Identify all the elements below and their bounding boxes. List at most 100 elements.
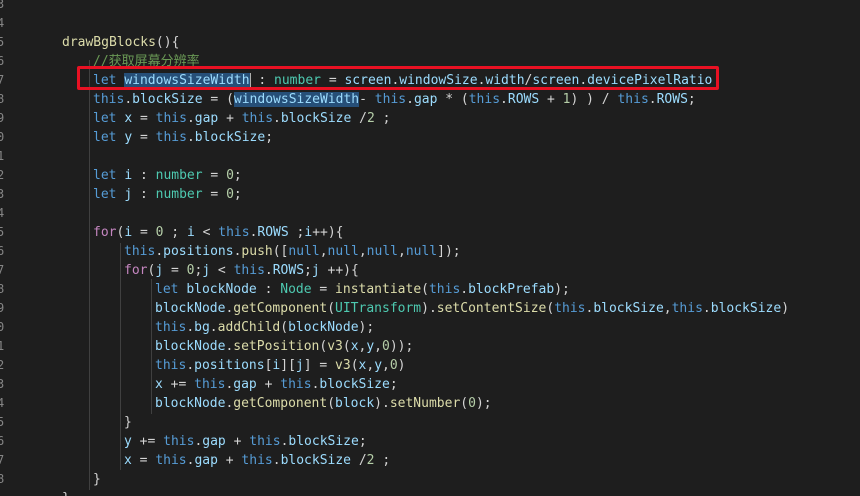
code-token: = (131, 453, 156, 468)
code-token: ). (374, 396, 390, 411)
code-line: let x = this.gap + this.blockSize /2 ; (93, 109, 390, 128)
indent-guide (120, 243, 121, 470)
code-token: ]); (437, 244, 461, 259)
code-token: this (468, 92, 501, 107)
code-token: . (186, 130, 195, 145)
code-token: let (93, 187, 125, 202)
code-token: this (374, 92, 407, 107)
code-token: this (554, 301, 586, 316)
code-token: ; (163, 225, 187, 240)
code-token: j (202, 263, 211, 278)
code-token: this (155, 130, 187, 145)
line-number: 1 (0, 149, 5, 163)
code-token: block (335, 396, 375, 411)
code-token: < (210, 263, 234, 278)
code-token: v3 (335, 358, 351, 373)
code-token: ) ) / (570, 92, 618, 107)
code-token: x (155, 377, 163, 392)
code-token: (){ (155, 35, 180, 50)
code-token: let (93, 168, 125, 183)
code-token: let (93, 111, 125, 126)
indent-guide (151, 279, 152, 414)
code-token: this (233, 263, 265, 278)
code-token: = (163, 263, 187, 278)
code-token: ( (327, 301, 336, 316)
code-token: setNumber (389, 396, 461, 411)
code-line: this.blockSize = (windowsSizeWidth- this… (93, 90, 696, 109)
line-number: 7 (0, 263, 5, 277)
code-token: ; (374, 453, 391, 468)
code-token: y (366, 339, 375, 354)
code-token: i (304, 225, 313, 240)
code-token: . (264, 263, 273, 278)
code-token: blockSize (710, 301, 782, 316)
code-token: this (124, 244, 156, 259)
code-token: : (132, 187, 156, 202)
code-token: ; (233, 168, 242, 183)
line-number-gutter: 3 4 5 6 7 8 9 0 1 2 3 4 5 6 7 8 9 0 1 2 3 4 5 6 7 8 (0, 0, 16, 496)
indent-guide (89, 60, 90, 490)
code-line: blockNode.getComponent(block).setNumber(… (155, 394, 492, 413)
code-token: number (155, 168, 203, 183)
code-line: x += this.gap + this.blockSize; (155, 375, 398, 394)
code-token: . (186, 111, 195, 126)
line-number: 7 (0, 453, 5, 467)
code-token: getComponent (233, 396, 328, 411)
code-token: ROWS (507, 92, 540, 107)
code-token: 2 (366, 453, 375, 468)
code-token: ; (304, 263, 312, 278)
code-token: blockNode (186, 282, 257, 297)
code-token: . (406, 92, 414, 107)
code-token: this (617, 92, 649, 107)
code-token: ] = (303, 358, 336, 373)
code-token: blockNode (155, 301, 226, 316)
code-token: ). (421, 301, 437, 316)
code-token: ( (460, 396, 469, 411)
line-number: 6 (0, 54, 5, 68)
code-token: ; (288, 225, 305, 240)
line-number: 3 (0, 0, 5, 11)
code-token: number (155, 187, 203, 202)
code-token: push (241, 244, 273, 259)
code-token: x (124, 111, 133, 126)
code-token: . (155, 244, 164, 259)
code-token: . (500, 92, 508, 107)
code-token: + (217, 453, 242, 468)
code-token: , (382, 358, 390, 373)
code-token: ); (358, 320, 375, 335)
code-token: blockSize (132, 92, 203, 107)
code-token: j (311, 263, 320, 278)
code-token: getComponent (233, 301, 328, 316)
code-token: . (124, 92, 133, 107)
line-number: 5 (0, 225, 5, 239)
code-token: this (428, 282, 461, 297)
code-token: x (350, 339, 359, 354)
code-token: j (295, 358, 304, 373)
code-token: ( (350, 358, 359, 373)
code-token: . (648, 92, 657, 107)
code-token: , (358, 244, 367, 259)
code-token: ( (280, 320, 289, 335)
line-number: 4 (0, 396, 5, 410)
line-number: 6 (0, 434, 5, 448)
code-editor[interactable]: 34567890123456789012345678 drawBgBlocks(… (0, 0, 860, 496)
code-token: < (194, 225, 219, 240)
code-token: this (241, 453, 273, 468)
code-token: - (359, 92, 375, 107)
code-token: , (663, 301, 672, 316)
code-token: let (155, 282, 187, 297)
code-token: : (256, 282, 281, 297)
code-line: let y = this.blockSize; (93, 128, 273, 147)
code-token: ROWS (257, 225, 289, 240)
code-token: ROWS (272, 263, 305, 278)
code-token: for (93, 225, 117, 240)
code-token: ; (233, 187, 242, 202)
line-number: 2 (0, 168, 5, 182)
code-token: this (280, 377, 312, 392)
code-token: setPosition (233, 339, 320, 354)
code-token: )); (389, 339, 414, 354)
code-line: } (124, 413, 132, 432)
code-token: ; (687, 92, 696, 107)
code-token: blockSize (194, 130, 266, 145)
code-token: blockNode (155, 396, 226, 411)
